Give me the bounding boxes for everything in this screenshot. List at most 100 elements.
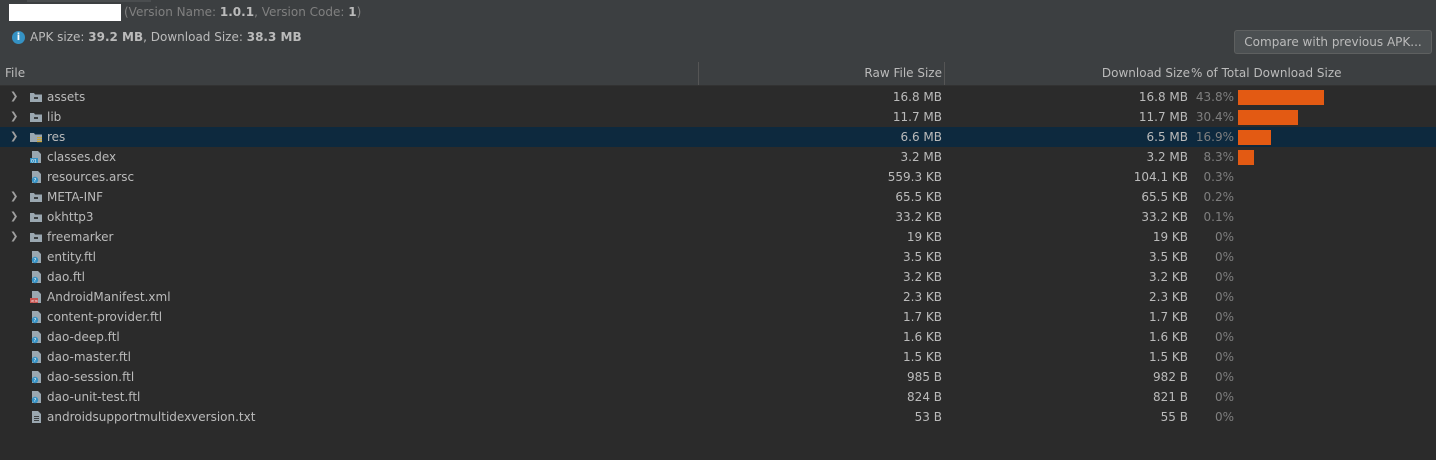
table-row[interactable]: ? dao-deep.ftl 1.6 KB 1.6 KB 0% [0, 327, 1436, 347]
unknown-file-icon: ? [29, 330, 43, 344]
percent-of-total: 0% [1214, 250, 1234, 264]
download-size-value: 38.3 MB [246, 30, 302, 44]
download-size: 65.5 KB [1141, 190, 1188, 204]
app-name-redacted [9, 4, 121, 21]
table-row[interactable]: ❯ freemarker 19 KB 19 KB 0% [0, 227, 1436, 247]
percent-of-total: 0% [1214, 370, 1234, 384]
raw-file-size: 559.3 KB [887, 170, 942, 184]
table-row[interactable]: ? dao-unit-test.ftl 824 B 821 B 0% [0, 387, 1436, 407]
unknown-file-icon: ? [29, 350, 43, 364]
svg-text:?: ? [34, 258, 37, 264]
unknown-file-icon: ? [29, 270, 43, 284]
raw-file-size: 2.3 KB [903, 290, 942, 304]
raw-file-size: 1.6 KB [903, 330, 942, 344]
size-bar [1238, 90, 1324, 105]
percent-of-total: 0% [1214, 410, 1234, 424]
download-size: 3.5 KB [1149, 250, 1188, 264]
column-header-percent-total[interactable]: % of Total Download Size [1191, 62, 1342, 85]
download-size: 33.2 KB [1141, 210, 1188, 224]
percent-of-total: 8.3% [1203, 150, 1235, 164]
chevron-right-icon[interactable]: ❯ [10, 110, 22, 124]
column-header-raw-size[interactable]: Raw File Size [864, 62, 942, 85]
file-name: AndroidManifest.xml [47, 290, 171, 304]
download-size: 104.1 KB [1133, 170, 1188, 184]
apk-size-value: 39.2 MB [88, 30, 144, 44]
raw-file-size: 33.2 KB [895, 210, 942, 224]
percent-of-total: 0% [1214, 230, 1234, 244]
table-header: File Raw File Size Download Size % of To… [0, 62, 1436, 86]
file-name: dao-session.ftl [47, 370, 135, 384]
column-header-file[interactable]: File [5, 62, 25, 85]
file-name: resources.arsc [47, 170, 135, 184]
svg-text:<>: <> [31, 298, 39, 304]
percent-of-total: 43.8% [1195, 90, 1234, 104]
table-row[interactable]: ? content-provider.ftl 1.7 KB 1.7 KB 0% [0, 307, 1436, 327]
table-body: ❯ assets 16.8 MB 16.8 MB 43.8% ❯ lib 11.7 MB 11.… [0, 87, 1436, 427]
raw-file-size: 824 B [907, 390, 942, 404]
raw-file-size: 3.2 MB [900, 150, 942, 164]
download-size: 3.2 KB [1149, 270, 1188, 284]
raw-file-size: 3.2 KB [903, 270, 942, 284]
chevron-right-icon[interactable]: ❯ [10, 230, 22, 244]
file-name: assets [47, 90, 86, 104]
svg-text:01: 01 [31, 158, 37, 164]
download-size: 55 B [1160, 410, 1188, 424]
apk-summary-bar: (Version Name: 1.0.1, Version Code: 1) i… [0, 0, 1436, 62]
download-size: 1.6 KB [1149, 330, 1188, 344]
raw-file-size: 1.5 KB [903, 350, 942, 364]
compare-apk-button[interactable]: Compare with previous APK... [1234, 30, 1432, 54]
table-row[interactable]: androidsupportmultidexversion.txt 53 B 55 … [0, 407, 1436, 427]
apk-size-label: APK size: [30, 30, 89, 44]
table-row[interactable]: 01 classes.dex 3.2 MB 3.2 MB 8.3% [0, 147, 1436, 167]
version-mid: , Version Code: [254, 5, 349, 19]
chevron-right-icon[interactable]: ❯ [10, 130, 22, 144]
unknown-file-icon: ? [29, 170, 43, 184]
download-size: 19 KB [1152, 230, 1188, 244]
file-name: androidsupportmultidexversion.txt [47, 410, 256, 424]
table-row[interactable]: ❯ okhttp3 33.2 KB 33.2 KB 0.1% [0, 207, 1436, 227]
percent-of-total: 0% [1214, 310, 1234, 324]
table-row[interactable]: ❯ assets 16.8 MB 16.8 MB 43.8% [0, 87, 1436, 107]
file-name: res [47, 130, 66, 144]
folder-icon [29, 190, 43, 204]
version-prefix: (Version Name: [124, 5, 220, 19]
unknown-file-icon: ? [29, 370, 43, 384]
file-name: META-INF [47, 190, 104, 204]
table-row[interactable]: ? dao.ftl 3.2 KB 3.2 KB 0% [0, 267, 1436, 287]
folder-icon [29, 230, 43, 244]
folder-icon [29, 110, 43, 124]
column-divider[interactable] [944, 62, 945, 85]
raw-file-size: 3.5 KB [903, 250, 942, 264]
file-name: freemarker [47, 230, 114, 244]
raw-file-size: 65.5 KB [895, 190, 942, 204]
raw-file-size: 53 B [914, 410, 942, 424]
file-name: dao.ftl [47, 270, 85, 284]
raw-file-size: 11.7 MB [892, 110, 942, 124]
svg-text:?: ? [34, 378, 37, 384]
folder-icon [29, 90, 43, 104]
table-row[interactable]: ? resources.arsc 559.3 KB 104.1 KB 0.3% [0, 167, 1436, 187]
column-header-download-size[interactable]: Download Size [1102, 62, 1190, 85]
table-row[interactable]: <> AndroidManifest.xml 2.3 KB 2.3 KB 0% [0, 287, 1436, 307]
table-row[interactable]: ❯ res 6.6 MB 6.5 MB 16.9% [0, 127, 1436, 147]
table-row[interactable]: ? dao-session.ftl 985 B 982 B 0% [0, 367, 1436, 387]
unknown-file-icon: ? [29, 310, 43, 324]
table-row[interactable]: ? dao-master.ftl 1.5 KB 1.5 KB 0% [0, 347, 1436, 367]
apk-contents-table: File Raw File Size Download Size % of To… [0, 62, 1436, 460]
chevron-right-icon[interactable]: ❯ [10, 90, 22, 104]
folder-icon [29, 210, 43, 224]
chevron-right-icon[interactable]: ❯ [10, 210, 22, 224]
chevron-right-icon[interactable]: ❯ [10, 190, 22, 204]
column-divider[interactable] [698, 62, 699, 85]
table-row[interactable]: ❯ META-INF 65.5 KB 65.5 KB 0.2% [0, 187, 1436, 207]
percent-of-total: 0.3% [1203, 170, 1235, 184]
percent-of-total: 0.2% [1203, 190, 1235, 204]
raw-file-size: 1.7 KB [903, 310, 942, 324]
size-bar [1238, 150, 1254, 165]
table-row[interactable]: ? entity.ftl 3.5 KB 3.5 KB 0% [0, 247, 1436, 267]
version-suffix: ) [356, 5, 362, 19]
file-name: content-provider.ftl [47, 310, 163, 324]
file-name: classes.dex [47, 150, 117, 164]
table-row[interactable]: ❯ lib 11.7 MB 11.7 MB 30.4% [0, 107, 1436, 127]
file-name: entity.ftl [47, 250, 96, 264]
